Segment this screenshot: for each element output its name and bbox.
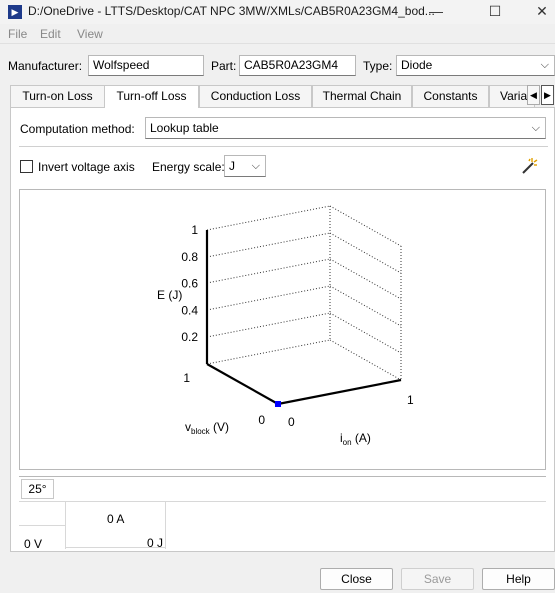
- energy-scale-value: J: [229, 159, 235, 173]
- plot-box-dotted: [206, 205, 402, 381]
- i-tick-label: 0: [288, 415, 295, 429]
- turn-off-loss-panel: Computation method: Lookup table ⌵ Inver…: [10, 107, 555, 552]
- type-label: Type:: [363, 59, 393, 73]
- minimize-button[interactable]: —: [413, 0, 459, 24]
- computation-method-label: Computation method:: [20, 122, 135, 136]
- menu-view[interactable]: View: [77, 27, 103, 41]
- computation-method-value: Lookup table: [150, 121, 219, 135]
- tab-thermal-chain[interactable]: Thermal Chain: [312, 85, 412, 107]
- energy-scale-label: Energy scale:: [152, 160, 225, 174]
- part-field[interactable]: CAB5R0A23GM4: [239, 55, 356, 76]
- z-tick-label: 0.2: [181, 330, 198, 344]
- v-tick-label: 0: [258, 413, 265, 427]
- maximize-button[interactable]: ☐: [472, 0, 518, 24]
- magic-wand-icon[interactable]: [520, 157, 538, 175]
- table-column-header: 0 A: [107, 512, 125, 526]
- i-tick-label: 1: [407, 393, 414, 407]
- help-button[interactable]: Help: [482, 568, 555, 590]
- part-label: Part:: [211, 59, 237, 73]
- table-gridline: [165, 501, 166, 549]
- energy-scale-select[interactable]: J ⌵: [224, 155, 266, 177]
- window-title: D:/OneDrive - LTTS/Desktop/CAT NPC 3MW/X…: [28, 4, 435, 18]
- table-gridline: [65, 501, 66, 549]
- tab-scroll-left-icon[interactable]: ◀: [527, 85, 540, 105]
- table-row-header: 0 V: [24, 537, 43, 551]
- close-button[interactable]: Close: [320, 568, 393, 590]
- z-tick-label: 0.8: [181, 250, 198, 264]
- plot-axes: [205, 230, 402, 406]
- chevron-down-icon: ⌵: [531, 122, 540, 134]
- computation-method-select[interactable]: Lookup table ⌵: [145, 117, 546, 139]
- temperature-tab-25[interactable]: 25°: [21, 479, 54, 499]
- data-point: [275, 401, 281, 407]
- tab-turn-off-loss[interactable]: Turn-off Loss: [104, 85, 199, 108]
- table-cell[interactable]: 0 J: [147, 536, 163, 550]
- close-window-button[interactable]: ✕: [519, 0, 555, 24]
- tab-constants[interactable]: Constants: [412, 85, 489, 107]
- menu-bar: File Edit View: [0, 24, 555, 44]
- lookup-table: 25° 0 A 0 V 0 J: [19, 476, 546, 551]
- tab-turn-on-loss[interactable]: Turn-on Loss: [10, 85, 105, 107]
- menu-file[interactable]: File: [8, 27, 27, 41]
- manufacturer-field[interactable]: Wolfspeed: [88, 55, 204, 76]
- manufacturer-label: Manufacturer:: [8, 59, 83, 73]
- type-select[interactable]: Diode ⌵: [396, 55, 555, 76]
- chevron-down-icon: ⌵: [540, 59, 549, 71]
- loss-surface-plot[interactable]: 1 0.8 0.6 0.4 0.2 E (J) 1 0 0 1 vblock (V) ion (A): [19, 189, 546, 470]
- tab-scroll-right-icon[interactable]: ▶: [541, 85, 554, 105]
- title-bar: ▶ D:/OneDrive - LTTS/Desktop/CAT NPC 3MW…: [0, 0, 555, 24]
- type-value: Diode: [401, 58, 433, 72]
- tab-bar: Turn-on Loss Turn-off Loss Conduction Lo…: [10, 85, 555, 108]
- table-gridline: [19, 525, 65, 526]
- surface-plot-svg: 1 0.8 0.6 0.4 0.2 E (J) 1 0 0 1 vblock (V) ion (A): [157, 205, 414, 447]
- invert-voltage-label: Invert voltage axis: [38, 160, 135, 174]
- tab-conduction-loss[interactable]: Conduction Loss: [199, 85, 312, 107]
- z-axis-label: E (J): [157, 288, 182, 302]
- table-divider: [19, 501, 546, 502]
- z-tick-label: 1: [191, 223, 198, 237]
- v-tick-label: 1: [183, 371, 190, 385]
- y-axis-label: ion (A): [340, 431, 371, 447]
- chevron-down-icon: ⌵: [251, 160, 260, 172]
- x-axis-label: vblock (V): [185, 420, 229, 436]
- z-tick-label: 0.4: [181, 303, 198, 317]
- menu-edit[interactable]: Edit: [40, 27, 61, 41]
- save-button[interactable]: Save: [401, 568, 474, 590]
- z-tick-label: 0.6: [181, 277, 198, 291]
- component-info-row: Manufacturer: Wolfspeed Part: CAB5R0A23G…: [0, 54, 555, 78]
- divider: [19, 146, 548, 147]
- invert-voltage-checkbox[interactable]: [20, 160, 33, 173]
- app-icon: ▶: [8, 5, 22, 19]
